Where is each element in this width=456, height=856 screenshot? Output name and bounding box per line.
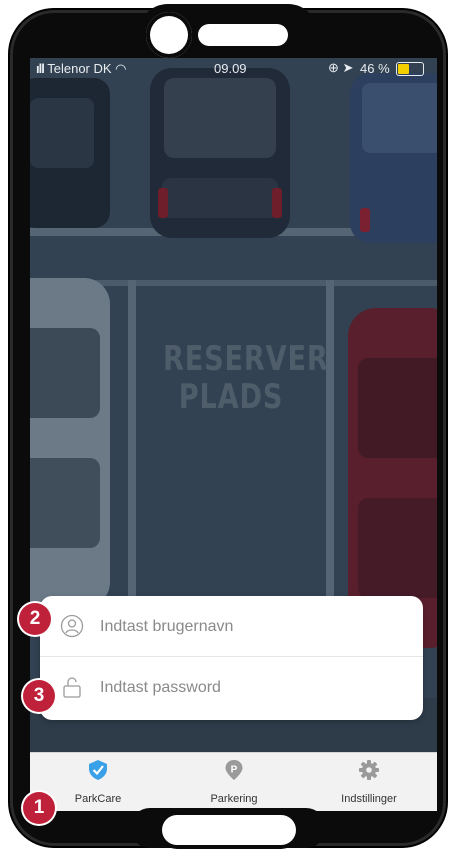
carrier-name: Telenor DK: [47, 61, 112, 76]
battery-percent: 46 %: [360, 61, 390, 76]
parking-pin-icon: P: [225, 760, 243, 780]
badge-1: 1: [23, 792, 55, 824]
wifi-icon: ◠: [115, 61, 127, 76]
password-row: [40, 657, 423, 717]
tab-parkering[interactable]: P Parkering: [166, 753, 302, 811]
lock-icon: [63, 677, 81, 698]
tab-bar: ParkCare P Parkering Indstillinger: [30, 752, 437, 811]
user-icon: [60, 614, 84, 638]
shield-check-icon: [89, 760, 107, 780]
location-icon: ⊕ ➤: [328, 60, 354, 75]
status-bar: ıll Telenor DK ◠ 09.09 ⊕ ➤ 46 %: [30, 58, 437, 80]
clock: 09.09: [214, 61, 247, 76]
badge-2: 2: [19, 603, 51, 635]
username-row: [40, 596, 423, 657]
battery-icon: [396, 62, 424, 76]
painted-reserved-text: RESERVER PLADS: [163, 339, 329, 417]
password-input[interactable]: [98, 672, 402, 704]
login-card: [40, 596, 423, 720]
badge-3: 3: [23, 680, 55, 712]
svg-text:P: P: [231, 765, 238, 776]
gear-icon: [359, 760, 379, 780]
tab-label: Parkering: [210, 793, 258, 805]
home-button[interactable]: [162, 815, 296, 845]
signal-icon: ıll: [36, 61, 45, 76]
tab-indstillinger[interactable]: Indstillinger: [301, 753, 437, 811]
tab-label: Indstillinger: [341, 793, 397, 805]
camera-icon: [146, 12, 192, 58]
username-input[interactable]: [98, 611, 402, 643]
speaker-icon: [198, 24, 288, 46]
painted-text-line1: RESERVER: [163, 339, 329, 379]
painted-text-line2: PLADS: [178, 377, 284, 417]
carrier-label: ıll Telenor DK ◠: [36, 61, 127, 77]
